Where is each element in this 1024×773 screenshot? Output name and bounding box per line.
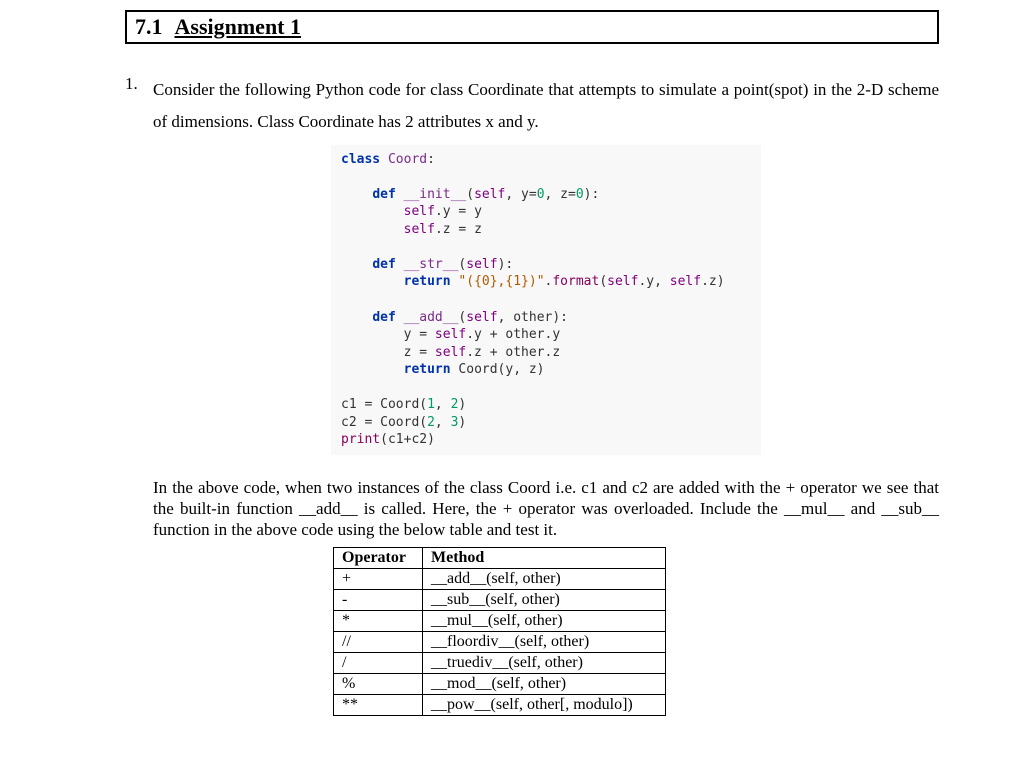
code-token: class	[341, 152, 380, 167]
code-token: self	[474, 187, 505, 202]
code-token: format	[552, 274, 599, 289]
question-number: 1.	[125, 74, 138, 94]
code-token: 2	[427, 415, 435, 430]
cell-operator: +	[334, 568, 423, 589]
table-header-row: Operator Method	[334, 547, 666, 568]
code-token: "({0},{1})"	[458, 274, 544, 289]
code-token: self	[670, 274, 701, 289]
table-row: //__floordiv__(self, other)	[334, 631, 666, 652]
cell-operator: **	[334, 694, 423, 715]
table-row: *__mul__(self, other)	[334, 610, 666, 631]
code-token: self	[404, 222, 435, 237]
code-token: __add__	[404, 310, 459, 325]
code-token: 0	[576, 187, 584, 202]
code-token: self	[607, 274, 638, 289]
section-title: Assignment 1	[175, 14, 302, 40]
cell-operator: /	[334, 652, 423, 673]
code-block: class Coord: def __init__(self, y=0, z=0…	[331, 145, 761, 455]
table-row: %__mod__(self, other)	[334, 673, 666, 694]
code-token: print	[341, 432, 380, 447]
cell-method: __pow__(self, other[, modulo])	[423, 694, 666, 715]
code-token: self	[404, 204, 435, 219]
code-token: 1	[427, 397, 435, 412]
code-token: def	[372, 257, 395, 272]
code-token: 0	[537, 187, 545, 202]
cell-operator: //	[334, 631, 423, 652]
code-token: self	[435, 345, 466, 360]
code-token: __str__	[404, 257, 459, 272]
cell-method: __floordiv__(self, other)	[423, 631, 666, 652]
cell-method: __sub__(self, other)	[423, 589, 666, 610]
code-token: def	[372, 310, 395, 325]
question-followup: In the above code, when two instances of…	[153, 477, 939, 541]
section-header: 7.1 Assignment 1	[125, 10, 939, 44]
page: 7.1 Assignment 1 1. Consider the followi…	[0, 0, 1024, 736]
code-token: self	[466, 310, 497, 325]
code-token: __init__	[404, 187, 467, 202]
cell-method: __mul__(self, other)	[423, 610, 666, 631]
code-token: 3	[451, 415, 459, 430]
section-number: 7.1	[135, 14, 163, 40]
code-token: self	[435, 327, 466, 342]
table-row: -__sub__(self, other)	[334, 589, 666, 610]
table-row: +__add__(self, other)	[334, 568, 666, 589]
cell-operator: -	[334, 589, 423, 610]
header-operator: Operator	[334, 547, 423, 568]
cell-operator: *	[334, 610, 423, 631]
operator-table: Operator Method +__add__(self, other)-__…	[333, 547, 666, 716]
cell-method: __truediv__(self, other)	[423, 652, 666, 673]
cell-method: __mod__(self, other)	[423, 673, 666, 694]
cell-operator: %	[334, 673, 423, 694]
table-row: **__pow__(self, other[, modulo])	[334, 694, 666, 715]
code-token: Coord	[388, 152, 427, 167]
header-method: Method	[423, 547, 666, 568]
question-list: 1. Consider the following Python code fo…	[125, 74, 939, 716]
code-token: def	[372, 187, 395, 202]
question-lead: Consider the following Python code for c…	[153, 74, 939, 139]
code-token: 2	[451, 397, 459, 412]
code-token: return	[404, 362, 451, 377]
code-token: return	[404, 274, 451, 289]
table-row: /__truediv__(self, other)	[334, 652, 666, 673]
cell-method: __add__(self, other)	[423, 568, 666, 589]
code-token: self	[466, 257, 497, 272]
